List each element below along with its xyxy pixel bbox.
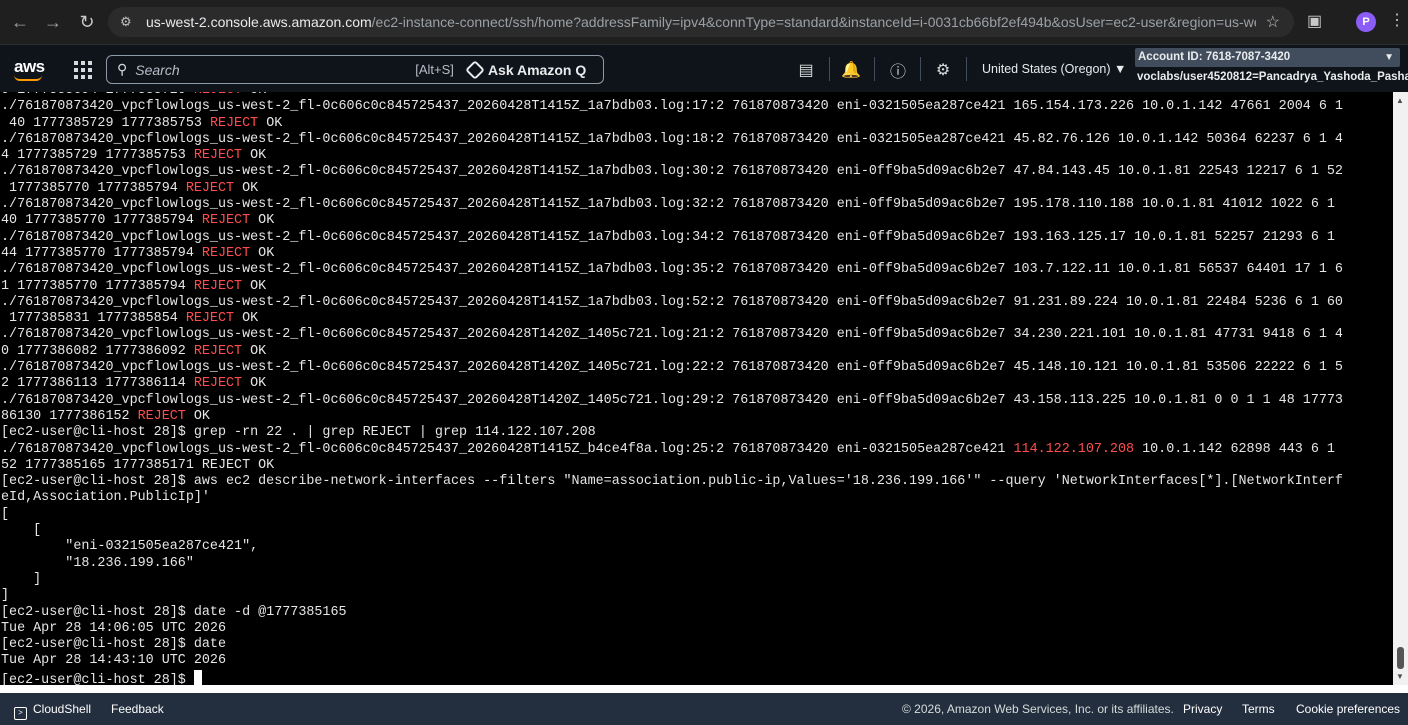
terminal-line: Tue Apr 28 14:43:10 UTC 2026: [1, 653, 226, 669]
privacy-link[interactable]: Privacy: [1183, 702, 1222, 716]
terminal-line: [: [1, 523, 42, 539]
amazon-q-icon: [465, 59, 485, 80]
scroll-up-arrow-icon[interactable]: ▲: [1396, 96, 1404, 105]
profile-avatar[interactable]: P: [1356, 12, 1376, 32]
scroll-down-arrow-icon[interactable]: ▼: [1396, 672, 1404, 681]
terminal-line: ]: [1, 571, 42, 587]
search-input[interactable]: [135, 61, 406, 78]
terminal-line: 44 1777385770 1777385794 REJECT OK: [1, 245, 275, 261]
user-name[interactable]: voclabs/user4520812=Pancadrya_Yashoda_Pa…: [1137, 71, 1408, 83]
account-menu[interactable]: Account ID: 7618-7087-3420 ▼: [1135, 48, 1400, 67]
terminal-line: 1777385831 1777385854 REJECT OK: [1, 311, 259, 327]
reload-icon[interactable]: ↻: [71, 6, 103, 38]
terminal-line: 52 1777385165 1777385171 REJECT OK: [1, 457, 275, 473]
terminal-line: [ec2-user@cli-host 28]$ aws ec2 describe…: [1, 474, 1343, 490]
help-icon[interactable]: ⓘ: [888, 60, 908, 81]
bookmark-star-icon[interactable]: ☆: [1266, 12, 1280, 32]
terminal-line: ./761870873420_vpcflowlogs_us-west-2_fl-…: [1, 360, 1343, 376]
feedback-link[interactable]: Feedback: [111, 702, 164, 716]
terminal-line: 86130 1777386152 REJECT OK: [1, 408, 210, 424]
terminal-line: ./761870873420_vpcflowlogs_us-west-2_fl-…: [1, 441, 1335, 457]
terminal-line: ./761870873420_vpcflowlogs_us-west-2_fl-…: [1, 262, 1343, 278]
terminal-line: ./761870873420_vpcflowlogs_us-west-2_fl-…: [1, 99, 1343, 115]
terminal-line: [ec2-user@cli-host 28]$ date -d @1777385…: [1, 604, 347, 620]
terminal-line: ./761870873420_vpcflowlogs_us-west-2_fl-…: [1, 327, 1343, 343]
copyright-text: © 2026, Amazon Web Services, Inc. or its…: [902, 702, 1174, 716]
terminal-cursor: [193, 669, 202, 685]
terminal-line: ./761870873420_vpcflowlogs_us-west-2_fl-…: [1, 164, 1343, 180]
region-selector[interactable]: United States (Oregon) ▼: [982, 62, 1126, 76]
address-bar[interactable]: ⚙ us-west-2.console.aws.amazon.com/ec2-i…: [108, 7, 1294, 37]
reject-tag: REJECT: [209, 115, 259, 131]
cloudshell-footer-button[interactable]: > CloudShell: [14, 702, 91, 720]
aws-logo[interactable]: aws: [14, 57, 45, 81]
terminal-line: 1 1777385770 1777385794 REJECT OK: [1, 278, 267, 294]
url-text[interactable]: us-west-2.console.aws.amazon.com/ec2-ins…: [146, 14, 1256, 30]
terminal-line: eId,Association.PublicIp]': [1, 490, 210, 506]
search-bar[interactable]: ⚲ [Alt+S] Ask Amazon Q: [106, 55, 604, 84]
terminal-line: ./761870873420_vpcflowlogs_us-west-2_fl-…: [1, 131, 1343, 147]
terms-link[interactable]: Terms: [1242, 702, 1275, 716]
reject-tag: REJECT: [137, 408, 186, 424]
search-icon: ⚲: [117, 61, 128, 77]
terminal-scrollbar[interactable]: ▲ ▼: [1393, 92, 1408, 685]
terminal-line: ./761870873420_vpcflowlogs_us-west-2_fl-…: [1, 229, 1335, 245]
search-shortcut: [Alt+S]: [415, 62, 454, 77]
site-info-icon[interactable]: ⚙: [120, 14, 136, 30]
chevron-down-icon: ▼: [1384, 52, 1394, 63]
terminal-line: ./761870873420_vpcflowlogs_us-west-2_fl-…: [1, 294, 1343, 310]
ssh-terminal[interactable]: 0 1777385694 1777385720 REJECT OK./76187…: [0, 92, 1393, 685]
services-grid-icon[interactable]: [74, 61, 92, 79]
reject-tag: REJECT: [193, 376, 243, 392]
terminal-line: [: [1, 506, 10, 522]
terminal-line: ]: [1, 588, 10, 604]
reject-tag: REJECT: [193, 278, 243, 294]
cookie-preferences-link[interactable]: Cookie preferences: [1296, 702, 1400, 716]
terminal-output: 0 1777385694 1777385720 REJECT OK./76187…: [1, 92, 1343, 685]
terminal-line: [ec2-user@cli-host 28]$ grep -rn 22 . | …: [1, 425, 596, 441]
terminal-line: ./761870873420_vpcflowlogs_us-west-2_fl-…: [1, 197, 1335, 213]
reject-tag: REJECT: [201, 245, 251, 261]
highlighted-ip: 114.122.107.208: [1013, 441, 1135, 457]
terminal-line: ./761870873420_vpcflowlogs_us-west-2_fl-…: [1, 392, 1343, 408]
reject-tag: REJECT: [194, 92, 242, 98]
back-arrow-icon[interactable]: ←: [4, 6, 36, 38]
notifications-bell-icon[interactable]: 🔔: [841, 60, 861, 80]
reject-tag: REJECT: [193, 148, 243, 164]
terminal-line: 4 1777385729 1777385753 REJECT OK: [1, 148, 267, 164]
reject-tag: REJECT: [201, 213, 251, 229]
aws-console-header: aws ⚲ [Alt+S] Ask Amazon Q ▤ 🔔 ⓘ ⚙ Unite…: [0, 44, 1408, 92]
terminal-line: 40 1777385729 1777385753 REJECT OK: [1, 115, 283, 131]
browser-menu-icon[interactable]: ⋮: [1389, 10, 1405, 30]
extensions-icon[interactable]: ▣: [1307, 11, 1329, 33]
terminal-line: 0 1777386082 1777386092 REJECT OK: [1, 343, 267, 359]
cloudshell-icon[interactable]: ▤: [796, 60, 816, 80]
ask-amazon-q-button[interactable]: Ask Amazon Q: [465, 59, 586, 80]
reject-tag: REJECT: [193, 343, 243, 359]
settings-gear-icon[interactable]: ⚙: [933, 60, 953, 80]
scroll-thumb[interactable]: [1397, 647, 1404, 669]
browser-toolbar: ← → ↻ ⚙ us-west-2.console.aws.amazon.com…: [0, 0, 1408, 44]
terminal-line: 2 1777386113 1777386114 REJECT OK: [1, 376, 267, 392]
terminal-line: 0 1777385694 1777385720 REJECT OK: [1, 92, 1343, 99]
cloudshell-icon: >: [14, 707, 27, 720]
terminal-line: [ec2-user@cli-host 28]$ date: [1, 637, 226, 653]
console-footer: > CloudShell Feedback © 2026, Amazon Web …: [0, 693, 1408, 725]
terminal-line: 40 1777385770 1777385794 REJECT OK: [1, 213, 275, 229]
terminal-line: 1777385770 1777385794 REJECT OK: [1, 180, 259, 196]
terminal-line: [ec2-user@cli-host 28]$: [1, 669, 1343, 685]
terminal-line: "18.236.199.166": [1, 555, 194, 571]
terminal-line: Tue Apr 28 14:06:05 UTC 2026: [1, 620, 226, 636]
terminal-line: "eni-0321505ea287ce421",: [1, 539, 259, 555]
forward-arrow-icon[interactable]: →: [37, 6, 69, 38]
reject-tag: REJECT: [185, 311, 235, 327]
reject-tag: REJECT: [185, 180, 235, 196]
